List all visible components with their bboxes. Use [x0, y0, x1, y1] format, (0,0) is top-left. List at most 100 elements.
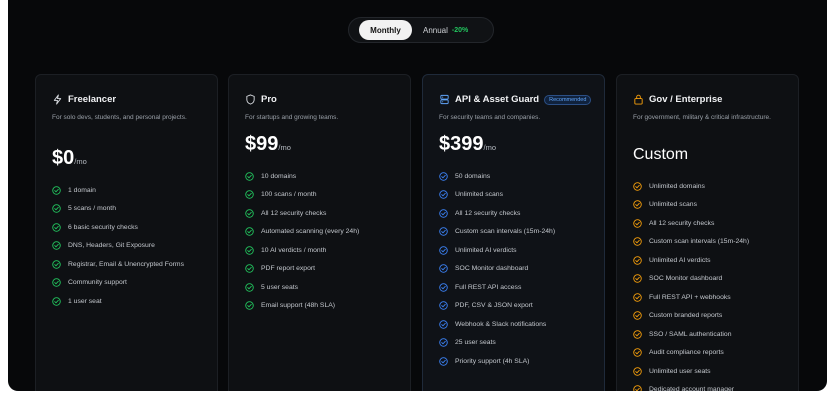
feature-label: Unlimited AI verdicts	[649, 256, 711, 264]
feature-item: Unlimited AI verdicts	[439, 241, 555, 260]
check-circle-icon	[439, 209, 448, 218]
plan-price: $0/mo	[52, 147, 87, 170]
price-amount: $399	[439, 133, 484, 155]
feature-label: Unlimited user seats	[649, 367, 711, 375]
feature-item: Custom scan intervals (15m-24h)	[633, 233, 749, 252]
price-unit: /mo	[483, 143, 497, 152]
check-circle-icon	[52, 186, 61, 195]
price-unit: /mo	[74, 157, 87, 166]
billing-toggle[interactable]: Monthly Annual -20%	[348, 17, 494, 43]
feature-label: DNS, Headers, Git Exposure	[68, 242, 155, 250]
plan-header: Freelancer	[52, 94, 116, 105]
feature-label: All 12 security checks	[261, 209, 327, 217]
check-circle-icon	[245, 209, 254, 218]
feature-label: All 12 security checks	[649, 219, 715, 227]
plan-card-pro: Pro For startups and growing teams. $99/…	[228, 74, 411, 391]
feature-label: 10 domains	[261, 172, 297, 180]
plan-description: For security teams and companies.	[439, 114, 541, 121]
plan-description: For government, military & critical infr…	[633, 114, 771, 121]
feature-item: Unlimited scans	[439, 186, 555, 205]
feature-item: 5 user seats	[245, 278, 359, 297]
check-circle-icon	[245, 264, 254, 273]
check-circle-icon	[439, 320, 448, 329]
check-circle-icon	[52, 223, 61, 232]
check-circle-icon	[439, 190, 448, 199]
feature-list: 10 domains 100 scans / month All 12 securi…	[245, 167, 359, 315]
plan-name: API & Asset Guard	[455, 94, 540, 105]
plan-card-gov-enterprise: Gov / Enterprise For government, militar…	[616, 74, 799, 391]
feature-label: PDF, CSV & JSON export	[455, 302, 533, 310]
plan-price: Custom	[633, 146, 689, 163]
plan-header: API & Asset Guard Recommended	[439, 94, 592, 105]
feature-item: SOC Monitor dashboard	[439, 260, 555, 279]
feature-item: All 12 security checks	[633, 214, 749, 233]
feature-label: Unlimited domains	[649, 182, 705, 190]
feature-list: Unlimited domains Unlimited scans All 12 s…	[633, 177, 749, 391]
feature-label: Unlimited scans	[455, 191, 503, 199]
price-unit: /mo	[278, 143, 291, 152]
check-circle-icon	[633, 330, 642, 339]
check-circle-icon	[52, 260, 61, 269]
check-circle-icon	[633, 237, 642, 246]
feature-item: Automated scanning (every 24h)	[245, 223, 359, 242]
feature-label: Priority support (4h SLA)	[455, 357, 530, 365]
check-circle-icon	[52, 297, 61, 306]
check-circle-icon	[633, 367, 642, 376]
feature-label: Email support (48h SLA)	[261, 302, 336, 310]
annual-label: Annual	[423, 25, 448, 35]
feature-item: 10 domains	[245, 167, 359, 186]
check-circle-icon	[245, 172, 254, 181]
check-circle-icon	[245, 283, 254, 292]
check-circle-icon	[633, 219, 642, 228]
feature-label: Custom branded reports	[649, 312, 723, 320]
feature-label: Custom scan intervals (15m-24h)	[455, 228, 556, 236]
check-circle-icon	[439, 227, 448, 236]
plan-name: Gov / Enterprise	[649, 94, 723, 105]
lightning-icon	[52, 94, 63, 105]
price-amount: $99	[245, 133, 279, 155]
feature-item: Email support (48h SLA)	[245, 297, 359, 316]
check-circle-icon	[245, 190, 254, 199]
feature-item: PDF, CSV & JSON export	[439, 297, 555, 316]
plan-name: Pro	[261, 94, 277, 105]
feature-label: 100 scans / month	[261, 191, 317, 199]
feature-item: 1 domain	[52, 181, 184, 200]
feature-item: Audit compliance reports	[633, 344, 749, 363]
feature-list: 50 domains Unlimited scans All 12 security…	[439, 167, 555, 371]
feature-item: All 12 security checks	[245, 204, 359, 223]
plan-header: Gov / Enterprise	[633, 94, 722, 105]
feature-item: Community support	[52, 274, 184, 293]
check-circle-icon	[245, 301, 254, 310]
feature-label: 10 AI verdicts / month	[261, 246, 327, 254]
feature-item: 6 basic security checks	[52, 218, 184, 237]
shield-icon	[245, 94, 256, 105]
feature-item: Registrar, Email & Unencrypted Forms	[52, 255, 184, 274]
check-circle-icon	[52, 204, 61, 213]
feature-label: 6 basic security checks	[68, 223, 138, 231]
feature-item: Unlimited scans	[633, 196, 749, 215]
check-circle-icon	[245, 227, 254, 236]
annual-discount-badge: -20%	[451, 26, 469, 34]
check-circle-icon	[439, 301, 448, 310]
feature-label: All 12 security checks	[455, 209, 521, 217]
feature-label: Full REST API access	[455, 283, 522, 291]
feature-item: Full REST API access	[439, 278, 555, 297]
feature-item: Unlimited AI verdicts	[633, 251, 749, 270]
feature-label: SOC Monitor dashboard	[649, 275, 723, 283]
feature-label: 1 domain	[68, 186, 96, 194]
check-circle-icon	[439, 338, 448, 347]
feature-label: 50 domains	[455, 172, 491, 180]
check-circle-icon	[439, 172, 448, 181]
feature-item: Custom scan intervals (15m-24h)	[439, 223, 555, 242]
feature-label: Webhook & Slack notifications	[455, 320, 547, 328]
plan-card-freelancer: Freelancer For solo devs, students, and …	[35, 74, 218, 391]
monthly-option[interactable]: Monthly	[359, 20, 412, 40]
plan-card-api-asset-guard: API & Asset Guard Recommended For securi…	[422, 74, 605, 391]
feature-label: Automated scanning (every 24h)	[261, 228, 360, 236]
check-circle-icon	[52, 241, 61, 250]
pricing-section: Monthly Annual -20% Freelancer For solo …	[8, 0, 827, 391]
feature-label: Dedicated account manager	[649, 386, 735, 391]
annual-option[interactable]: Annual -20%	[423, 20, 468, 40]
feature-item: 1 user seat	[52, 292, 184, 311]
feature-label: Full REST API + webhooks	[649, 293, 731, 301]
